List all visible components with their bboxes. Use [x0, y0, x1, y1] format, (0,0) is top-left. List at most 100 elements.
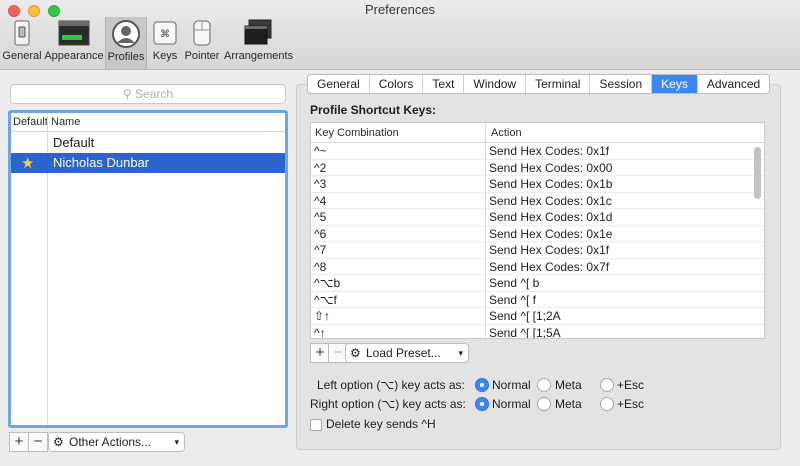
column-header-default[interactable]: Default	[13, 116, 48, 128]
key-combination: ^~	[314, 144, 327, 158]
mouse-icon	[193, 20, 211, 46]
key-combination: ^7	[314, 243, 327, 257]
toolbar-item-keys[interactable]: ⌘ Keys	[150, 16, 180, 68]
windows-icon	[244, 19, 272, 45]
key-action: Send Hex Codes: 0x1d	[489, 210, 613, 224]
profile-name: Nicholas Dunbar	[53, 155, 150, 170]
shortcut-row[interactable]: ^⌥f Send ^[ f	[311, 292, 764, 308]
right-meta-radio[interactable]	[537, 397, 551, 411]
right-option-row: Right option (⌥) key acts as: Normal Met…	[300, 397, 660, 413]
window-toolbar: Preferences General Appearance Profiles …	[0, 0, 800, 70]
delete-sends-ctrl-h-checkbox[interactable]	[310, 419, 322, 431]
load-preset-label: Load Preset...	[366, 346, 441, 360]
key-action: Send ^[ [1;2A	[489, 309, 561, 323]
profile-name: Default	[53, 135, 95, 150]
tab-colors[interactable]: Colors	[370, 75, 424, 93]
toolbar-item-appearance[interactable]: Appearance	[44, 16, 104, 68]
remove-profile-button[interactable]: −	[28, 432, 48, 452]
shortcut-row[interactable]: ^~ Send Hex Codes: 0x1f	[311, 143, 764, 160]
other-actions-button[interactable]: ⚙ Other Actions... ▾	[48, 432, 185, 452]
toolbar-label: Profiles	[107, 51, 145, 63]
other-actions-label: Other Actions...	[69, 435, 152, 449]
key-action: Send Hex Codes: 0x1f	[489, 243, 610, 257]
toolbar-label: Keys	[152, 50, 178, 62]
shortcut-row[interactable]: ^3 Send Hex Codes: 0x1b	[311, 176, 764, 193]
key-combination: ^6	[314, 226, 327, 241]
profile-tabs: General Colors Text Window Terminal Sess…	[307, 74, 771, 94]
shortcut-keys-table[interactable]: Key Combination Action ^~ Send Hex Codes:…	[310, 122, 765, 339]
shortcut-rows: ^~ Send Hex Codes: 0x1f ^2 Send Hex Codes: …	[311, 143, 764, 339]
tab-keys[interactable]: Keys	[652, 75, 698, 93]
key-combination: ^⌥b	[314, 276, 341, 290]
shortcut-row[interactable]: ^⌥b Send ^[ b	[311, 275, 764, 292]
profiles-list[interactable]: Default Name Default ★ Nicholas Dunbar	[8, 110, 288, 428]
column-header-name[interactable]: Name	[51, 116, 80, 128]
left-meta-radio[interactable]	[537, 378, 551, 392]
key-action: Send Hex Codes: 0x7f	[489, 259, 610, 274]
keyboard-icon: ⌘	[153, 21, 177, 45]
shortcut-row[interactable]: ^4 Send Hex Codes: 0x1c	[311, 193, 764, 209]
default-star-icon: ★	[21, 155, 35, 172]
column-header-action[interactable]: Action	[491, 127, 522, 139]
delete-sends-ctrl-h-label: Delete key sends ^H	[326, 417, 436, 431]
toolbar-item-general[interactable]: General	[2, 16, 42, 68]
key-combination: ^↑	[314, 325, 326, 339]
left-normal-radio[interactable]	[475, 378, 489, 392]
radio-label: Meta	[555, 397, 582, 411]
key-combination: ^3	[314, 177, 327, 191]
tab-session[interactable]: Session	[590, 75, 653, 93]
add-shortcut-button[interactable]: +	[310, 343, 330, 363]
profile-icon	[112, 20, 140, 48]
key-action: Send Hex Codes: 0x1e	[489, 226, 613, 241]
tab-advanced[interactable]: Advanced	[698, 75, 769, 93]
profile-search-input[interactable]: ⚲ Search	[10, 84, 286, 104]
shortcut-row[interactable]: ^↑ Send ^[ [1;5A	[311, 325, 764, 339]
right-normal-radio[interactable]	[475, 397, 489, 411]
chevron-down-icon: ▾	[458, 348, 463, 358]
search-icon: ⚲	[122, 87, 132, 101]
radio-label: Normal	[492, 378, 531, 392]
column-divider	[47, 132, 48, 425]
tab-text[interactable]: Text	[423, 75, 465, 93]
toolbar-item-profiles[interactable]: Profiles	[105, 17, 147, 69]
profile-row[interactable]: ★ Nicholas Dunbar	[11, 153, 285, 173]
toolbar-item-pointer[interactable]: Pointer	[183, 16, 221, 68]
column-header-key-combination[interactable]: Key Combination	[315, 127, 399, 139]
key-action: Send Hex Codes: 0x1c	[489, 193, 612, 208]
search-placeholder: Search	[135, 87, 174, 101]
column-divider	[47, 113, 48, 132]
shortcut-row[interactable]: ^7 Send Hex Codes: 0x1f	[311, 242, 764, 259]
shortcut-row[interactable]: ^2 Send Hex Codes: 0x00	[311, 160, 764, 176]
toolbar-label: Appearance	[44, 50, 104, 62]
left-esc-radio[interactable]	[600, 378, 614, 392]
shortcut-row[interactable]: ^8 Send Hex Codes: 0x7f	[311, 259, 764, 275]
table-scrollbar[interactable]	[754, 147, 761, 199]
tab-window[interactable]: Window	[464, 75, 527, 93]
key-action: Send ^[ [1;5A	[489, 325, 561, 339]
toolbar-label: General	[2, 50, 42, 62]
key-combination: ⇧↑	[314, 309, 331, 323]
tab-terminal[interactable]: Terminal	[526, 75, 591, 93]
switch-icon	[14, 20, 30, 46]
appearance-icon	[58, 20, 90, 46]
load-preset-button[interactable]: ⚙ Load Preset... ▾	[345, 343, 469, 363]
right-esc-radio[interactable]	[600, 397, 614, 411]
radio-label: Normal	[492, 397, 531, 411]
section-title: Profile Shortcut Keys:	[310, 103, 437, 117]
left-option-label: Left option (⌥) key acts as:	[317, 378, 465, 392]
chevron-down-icon: ▾	[174, 437, 179, 447]
radio-label: +Esc	[617, 378, 645, 392]
key-combination: ^4	[314, 193, 327, 208]
add-profile-button[interactable]: +	[9, 432, 29, 452]
key-combination: ^⌥f	[314, 292, 337, 307]
toolbar-item-arrangements[interactable]: Arrangements	[224, 16, 293, 68]
profile-row[interactable]: Default	[11, 133, 285, 153]
tab-general[interactable]: General	[308, 75, 370, 93]
right-option-label: Right option (⌥) key acts as:	[310, 397, 466, 411]
shortcut-row[interactable]: ^5 Send Hex Codes: 0x1d	[311, 209, 764, 226]
shortcut-row[interactable]: ^6 Send Hex Codes: 0x1e	[311, 226, 764, 242]
shortcut-row[interactable]: ⇧↑ Send ^[ [1;2A	[311, 308, 764, 325]
window-title: Preferences	[364, 2, 436, 17]
shortcut-table-header: Key Combination Action	[311, 123, 764, 143]
radio-label: Meta	[555, 378, 582, 392]
